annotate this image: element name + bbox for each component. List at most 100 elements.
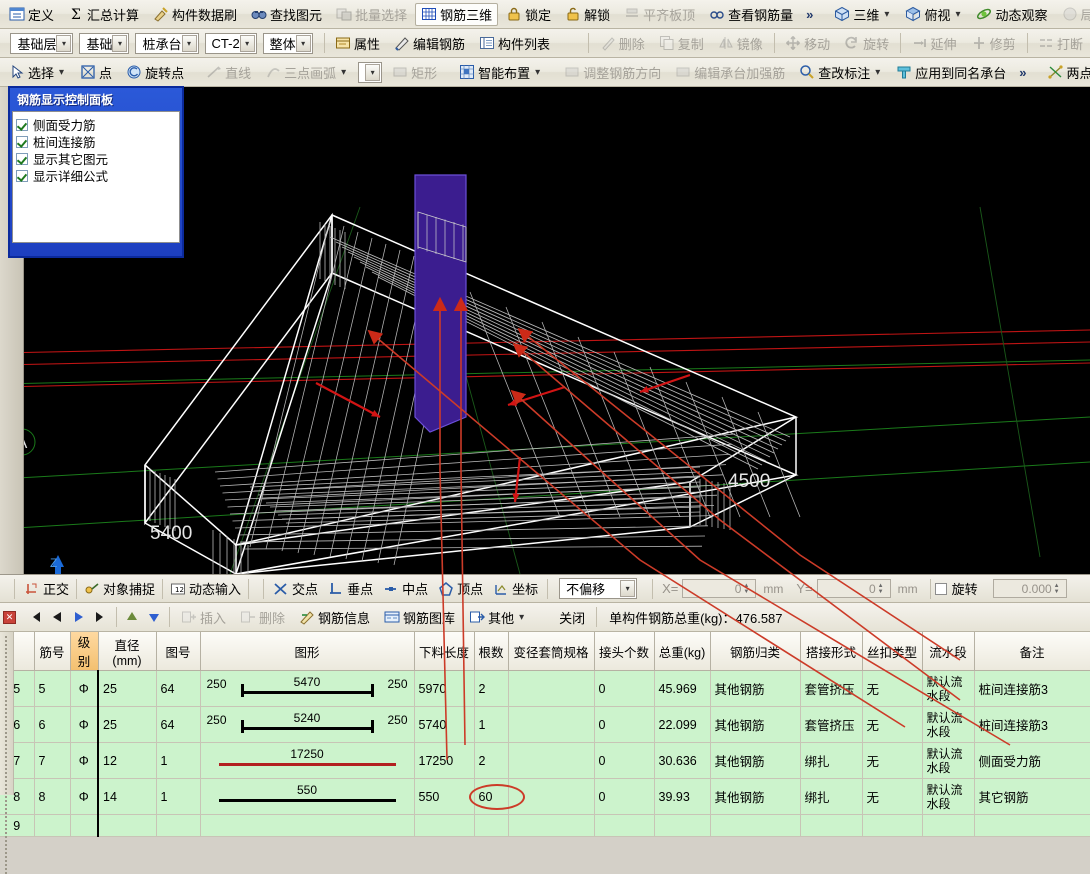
cell-liushui[interactable]: 默认流水段 (922, 707, 974, 743)
table-row[interactable]: 66Φ2564250250524057401022.099其他钢筋套管挤压无默认… (0, 707, 1090, 743)
cell-beizhu[interactable]: 桩间连接筋3 (974, 707, 1090, 743)
cell-dajie[interactable]: 绑扎 (800, 779, 862, 815)
nav-down-button[interactable] (143, 607, 165, 628)
combo-component-name[interactable]: CT-2▾ (205, 33, 257, 54)
cell-tuxing[interactable]: 2502505470 (200, 671, 414, 707)
rebar-other[interactable]: 其他▾ (463, 606, 532, 629)
snap-perpendicular[interactable]: 垂点 (323, 578, 378, 600)
cell-tuhao[interactable]: 1 (156, 743, 200, 779)
cell-jinhao[interactable]: 5 (34, 671, 70, 707)
status-toggle-ortho[interactable]: 正交 (19, 578, 74, 600)
chevron-down-icon[interactable]: ▾ (517, 612, 526, 623)
main-define[interactable]: 定义 (3, 3, 60, 26)
cell-biandiao[interactable] (508, 815, 594, 837)
chevron-down-icon[interactable]: ▾ (112, 35, 127, 52)
cell-zhijing[interactable]: 25 (98, 671, 156, 707)
main-brush[interactable]: 构件数据刷 (147, 3, 243, 26)
cell-beizhu[interactable]: 其它钢筋 (974, 779, 1090, 815)
status-toggle-osnap[interactable]: 对象捕捉 (79, 578, 160, 600)
rebar-close-panel[interactable]: 关闭 (534, 606, 591, 629)
cell-liushui[interactable] (922, 815, 974, 837)
cell-biandiao[interactable] (508, 779, 594, 815)
view-topview[interactable]: 俯视▾ (899, 3, 968, 26)
cell-liushui[interactable]: 默认流水段 (922, 779, 974, 815)
cell-jietou[interactable]: 0 (594, 743, 654, 779)
view-cube[interactable]: 三维▾ (828, 3, 897, 26)
cell-jietou[interactable]: 0 (594, 779, 654, 815)
cell-jinhao[interactable]: 6 (34, 707, 70, 743)
draw-smart-layout[interactable]: 智能布置▾ (453, 61, 548, 84)
cell-beizhu[interactable]: 侧面受力筋 (974, 743, 1090, 779)
checkbox-icon[interactable] (16, 153, 28, 165)
cell-jibie[interactable] (70, 815, 98, 837)
view-orbit[interactable]: 动态观察 (970, 3, 1053, 26)
column-header-genshu[interactable]: 根数 (474, 632, 508, 671)
chevron-down-icon[interactable]: ▾ (182, 35, 197, 52)
snap-midpoint[interactable]: 中点 (378, 578, 433, 600)
close-icon[interactable]: ✕ (3, 611, 16, 624)
main-lock[interactable]: 锁定 (500, 3, 557, 26)
combo-offset-mode[interactable]: 不偏移▾ (559, 578, 637, 599)
checkbox-icon[interactable] (16, 119, 28, 131)
cell-dajie[interactable] (800, 815, 862, 837)
main-rebar-3d[interactable]: 钢筋三维 (415, 3, 498, 26)
cell-tuhao[interactable]: 64 (156, 671, 200, 707)
spinner-icon[interactable]: ▲▼ (743, 583, 753, 595)
main-sigma[interactable]: Σ汇总计算 (62, 3, 145, 26)
cell-xialiao[interactable]: 550 (414, 779, 474, 815)
column-header-liushui[interactable]: 流水段 (922, 632, 974, 671)
checkbox-icon[interactable] (16, 170, 28, 182)
toolbar-overflow-button[interactable]: » (1013, 65, 1032, 80)
snap-coordinate[interactable]: 坐标 (488, 578, 543, 600)
column-header-tuxing[interactable]: 图形 (200, 632, 414, 671)
cell-tuxing[interactable]: 550 (200, 779, 414, 815)
nav-last-button[interactable] (90, 607, 112, 628)
checkbox-icon[interactable] (16, 136, 28, 148)
panel-option-2[interactable]: 显示其它图元 (16, 150, 176, 167)
draw-rotate-point[interactable]: 旋转点 (120, 61, 190, 84)
column-header-sikou[interactable]: 丝扣类型 (862, 632, 922, 671)
cell-jinhao[interactable] (34, 815, 70, 837)
cell-jinhao[interactable]: 7 (34, 743, 70, 779)
table-row[interactable]: 77Φ12117250172502030.636其他钢筋绑扎无默认流水段侧面受力… (0, 743, 1090, 779)
cell-biandiao[interactable] (508, 707, 594, 743)
cell-guilei[interactable]: 其他钢筋 (710, 779, 800, 815)
rotate-angle-group[interactable]: 0.000▲▼ (984, 578, 1072, 600)
status-toggle-dyninput[interactable]: 12动态输入 (165, 578, 246, 600)
cell-jietou[interactable] (594, 815, 654, 837)
rebar-rebar-info[interactable]: 钢筋信息 (293, 606, 376, 629)
cell-guilei[interactable] (710, 815, 800, 837)
y-coordinate-input[interactable]: 0▲▼ (817, 579, 891, 598)
cell-tuhao[interactable]: 64 (156, 707, 200, 743)
cell-jibie[interactable]: Φ (70, 707, 98, 743)
nav-next-button[interactable] (68, 607, 90, 628)
cell-guilei[interactable]: 其他钢筋 (710, 707, 800, 743)
draw-check-annotation[interactable]: 查改标注▾ (793, 61, 888, 84)
column-header-jibie[interactable]: 级别 (70, 632, 98, 671)
combo-floor[interactable]: 基础层▾ (10, 33, 73, 54)
sel-component-list[interactable]: 构件列表 (473, 32, 556, 55)
chevron-down-icon[interactable]: ▾ (240, 35, 255, 52)
combo-category[interactable]: 基础▾ (79, 33, 129, 54)
cell-genshu[interactable]: 2 (474, 671, 508, 707)
main-binoculars[interactable]: 查找图元 (245, 3, 328, 26)
spinner-icon[interactable]: ▲▼ (1054, 583, 1064, 595)
cell-sikou[interactable]: 无 (862, 743, 922, 779)
rotate-checkbox[interactable] (935, 583, 947, 595)
cell-dajie[interactable]: 绑扎 (800, 743, 862, 779)
rotate-angle-input[interactable]: 0.000▲▼ (993, 579, 1067, 598)
column-header-jietou[interactable]: 接头个数 (594, 632, 654, 671)
column-header-xialiao[interactable]: 下料长度 (414, 632, 474, 671)
cell-dajie[interactable]: 套管挤压 (800, 707, 862, 743)
panel-option-1[interactable]: 桩间连接筋 (16, 133, 176, 150)
cell-zhijing[interactable]: 25 (98, 707, 156, 743)
column-header-zongzhong[interactable]: 总重(kg) (654, 632, 710, 671)
cell-guilei[interactable]: 其他钢筋 (710, 743, 800, 779)
column-header-jinhao[interactable]: 筋号 (34, 632, 70, 671)
cell-tuxing[interactable]: 2502505240 (200, 707, 414, 743)
draw-two-point[interactable]: 两点 (1042, 61, 1090, 84)
cell-zhijing[interactable]: 14 (98, 779, 156, 815)
column-header-tuhao[interactable]: 图号 (156, 632, 200, 671)
column-header-zhijing[interactable]: 直径(mm) (98, 632, 156, 671)
cell-biandiao[interactable] (508, 743, 594, 779)
